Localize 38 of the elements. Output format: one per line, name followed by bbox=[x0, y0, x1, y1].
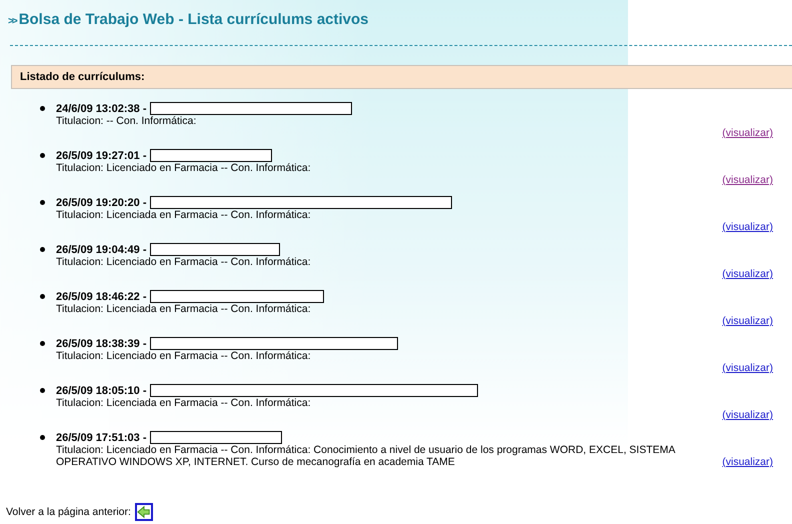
view-link[interactable]: (visualizar) bbox=[722, 456, 773, 468]
view-link[interactable]: (visualizar) bbox=[722, 409, 773, 421]
qualification-text: Titulacion: Licenciada en Farmacia -- Con. Informática: bbox=[56, 209, 311, 221]
view-link[interactable]: (visualizar) bbox=[722, 268, 773, 280]
timestamp: 24/6/09 13:02:38 - bbox=[56, 102, 147, 114]
qualification-text: Titulacion: Licenciado en Farmacia -- Con. Informática: bbox=[56, 256, 311, 268]
timestamp: 26/5/09 18:46:22 - bbox=[56, 290, 147, 302]
bullet-icon bbox=[40, 435, 45, 440]
timestamp: 26/5/09 18:05:10 - bbox=[56, 384, 147, 396]
back-button[interactable] bbox=[134, 503, 153, 521]
view-link[interactable]: (visualizar) bbox=[722, 315, 773, 327]
back-label: Volver a la página anterior: bbox=[6, 506, 131, 518]
list-heading: Listado de currículums: bbox=[20, 71, 145, 83]
timestamp: 26/5/09 17:51:03 - bbox=[56, 432, 147, 444]
bullet-icon bbox=[40, 153, 45, 158]
qualification-text: Titulacion: Licenciada en Farmacia -- Con. Informática: bbox=[56, 303, 311, 315]
qualification-text: Titulacion: Licenciado en Farmacia -- Con. Informática: Conocimiento a nivel de usuario de los programas WORD, EXCEL, SISTEMA OPERATIVO WINDOWS XP, INTERNET. Curso de mecanografía en academia TAME bbox=[56, 444, 676, 468]
bullet-icon bbox=[40, 294, 45, 299]
timestamp: 26/5/09 19:04:49 - bbox=[56, 244, 147, 256]
view-link[interactable]: (visualizar) bbox=[722, 127, 773, 139]
timestamp: 26/5/09 19:27:01 - bbox=[56, 150, 147, 162]
page-title: Bolsa de Trabajo Web - Lista currículums activos bbox=[18, 11, 369, 28]
qualification-text: Titulacion: Licenciado en Farmacia -- Con. Informática: bbox=[56, 162, 311, 174]
bullet-icon bbox=[40, 247, 45, 252]
view-link[interactable]: (visualizar) bbox=[722, 221, 773, 233]
view-link[interactable]: (visualizar) bbox=[722, 174, 773, 186]
qualification-text: Titulacion: Licenciada en Farmacia -- Con. Informática: bbox=[56, 397, 311, 409]
timestamp: 26/5/09 19:20:20 - bbox=[56, 196, 147, 208]
view-link[interactable]: (visualizar) bbox=[722, 362, 773, 374]
bullet-icon bbox=[40, 200, 45, 205]
bullet-icon bbox=[40, 106, 45, 111]
timestamp: 26/5/09 18:38:39 - bbox=[56, 338, 147, 350]
qualification-text: Titulacion: -- Con. Informática: bbox=[56, 115, 196, 127]
bullet-icon bbox=[40, 388, 45, 393]
bullet-icon bbox=[40, 341, 45, 346]
title-marker: >> bbox=[8, 16, 16, 27]
left-arrow-icon bbox=[136, 504, 151, 520]
qualification-text: Titulacion: Licenciado en Farmacia -- Con. Informática: bbox=[56, 350, 311, 362]
